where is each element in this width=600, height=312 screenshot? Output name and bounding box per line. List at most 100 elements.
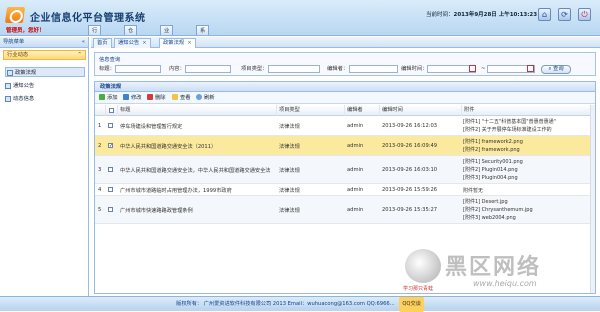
view-icon xyxy=(172,94,178,100)
chevron-up-icon: ⌃ xyxy=(77,52,82,58)
select-all-checkbox[interactable] xyxy=(109,108,114,113)
type-input[interactable] xyxy=(268,65,320,73)
sidebar-group-label: 行业动态 xyxy=(7,52,29,58)
row-time: 2013-09-26 16:03:10 xyxy=(382,167,438,173)
row-title[interactable]: 广州市城市快速路路政管理条例 xyxy=(120,207,272,214)
content-input[interactable] xyxy=(185,65,231,73)
calendar-icon[interactable] xyxy=(527,65,534,72)
tab-system[interactable]: 系统管理 xyxy=(196,25,210,64)
refresh-icon: ⟳ xyxy=(561,10,568,19)
settings-button[interactable]: ⟳ xyxy=(558,8,571,21)
sidebar-item-notice[interactable]: 通知公告 xyxy=(5,81,34,91)
logout-button[interactable]: ⏻ xyxy=(578,8,591,21)
attachment-link[interactable]: [附件1] Security001.png xyxy=(463,158,523,165)
sidebar-item-label: 动态信息 xyxy=(13,96,35,102)
tab-warehouse[interactable]: 仓库管理 xyxy=(124,25,138,64)
delete-button[interactable]: 删除 xyxy=(147,94,166,102)
attachment-link[interactable]: [附件3] web2004.png xyxy=(463,214,516,221)
attachment-link[interactable]: [附件1] framework2.png xyxy=(463,138,523,145)
row-editor: admin xyxy=(347,143,364,149)
row-type: 法律法规 xyxy=(279,124,300,130)
collapse-sidebar-button[interactable]: « xyxy=(82,37,85,48)
sidebar-header: 导航菜单 « xyxy=(0,37,88,48)
attachment-link[interactable]: [附件1] "十二五"科普基本国"普惠普惠通" xyxy=(463,118,556,125)
edit-button[interactable]: 修改 xyxy=(123,94,142,102)
row-number: 1 xyxy=(98,123,102,129)
view-button[interactable]: 查看 xyxy=(172,94,191,102)
row-type: 法律法规 xyxy=(279,188,300,194)
sidebar-item-policy[interactable]: 政策法规 xyxy=(5,67,85,77)
table-row[interactable]: 3 中华人民共和国道路交通安全法，中华人民共和国道路交通安全法 法律法规 adm… xyxy=(95,156,595,184)
row-time: 2013-09-26 15:35:27 xyxy=(382,207,438,213)
tab-home[interactable]: 首页 xyxy=(93,38,112,48)
edit-icon xyxy=(123,94,129,100)
query-button[interactable]: ⌕ 查询 xyxy=(541,65,571,74)
attachment-link[interactable]: [附件3] Plugin004.png xyxy=(463,174,518,181)
tab-industry-news[interactable]: 行业动态 xyxy=(88,25,102,64)
tab-notice[interactable]: 通知公告 × xyxy=(114,38,151,48)
time-filter: 编辑时间： ~ xyxy=(401,65,535,74)
qq-chat-button[interactable]: QQ交谈 xyxy=(399,297,424,312)
app-header: 企业信息化平台管理系统 管理员，您好！ 当前时间：2013年9月28日 上午10… xyxy=(0,0,600,64)
sidebar-item-label: 通知公告 xyxy=(13,83,35,89)
row-editor: admin xyxy=(347,123,364,129)
col-title[interactable]: 标题 xyxy=(117,105,276,116)
document-icon xyxy=(5,82,11,89)
home-icon: ⌂ xyxy=(541,10,548,19)
row-checkbox-checked[interactable]: ✓ xyxy=(108,143,113,149)
col-type[interactable]: 项目类型 xyxy=(276,105,344,116)
sidebar-group-industry[interactable]: 行业动态 ⌃ xyxy=(3,50,86,60)
row-type: 法律法规 xyxy=(279,208,300,214)
attachment-link[interactable]: [附件2] Plugin014.png xyxy=(463,166,518,173)
attachment-link[interactable]: [附件2] Chrysanthemum.jpg xyxy=(463,206,533,213)
attachment-link[interactable]: [附件2] 关于开展停车场标准建设工作的 xyxy=(463,126,552,133)
document-icon xyxy=(5,95,11,102)
table-row[interactable]: 1 停车场建设和管理暂行规定 法律法规 admin 2013-09-26 16:… xyxy=(95,116,595,136)
table-row[interactable]: 5 广州市城市快速路路政管理条例 法律法规 admin 2013-09-26 1… xyxy=(95,196,595,224)
app-logo-icon xyxy=(4,7,26,23)
title-filter: 标题： xyxy=(99,65,161,74)
sidebar-item-news[interactable]: 动态信息 xyxy=(5,94,34,104)
row-time: 2013-09-26 16:12:03 xyxy=(382,123,438,129)
footer-copyright: 版权所有： 广州爱资进软件科技有限公司 2013 Email：wuhuacong… xyxy=(176,301,395,307)
col-select[interactable] xyxy=(105,105,117,116)
row-title[interactable]: 中华人民共和国道路交通安全法，中华人民共和国道路交通安全法 xyxy=(120,167,272,174)
table-row[interactable]: 4 广州市城市道路临时占用管理办法，1999市政府 法律法规 admin 201… xyxy=(95,184,595,196)
current-time: 当前时间：2013年9月28日 上午10:13:23 xyxy=(426,10,537,18)
search-icon: ⌕ xyxy=(548,66,552,72)
welcome-text: 管理员，您好！ xyxy=(6,28,45,34)
close-icon[interactable]: × xyxy=(142,40,146,46)
row-title[interactable]: 广州市城市道路临时占用管理办法，1999市政府 xyxy=(120,187,272,194)
row-checkbox[interactable] xyxy=(108,187,113,192)
type-filter: 项目类型： xyxy=(241,65,320,74)
row-checkbox[interactable] xyxy=(108,167,113,172)
add-icon xyxy=(99,94,105,100)
row-title[interactable]: 停车场建设和管理暂行规定 xyxy=(120,123,272,130)
refresh-button[interactable]: 刷新 xyxy=(196,94,215,102)
col-attachments[interactable]: 附件 xyxy=(461,105,590,116)
power-icon: ⏻ xyxy=(581,10,588,19)
watermark: 黑区网络 www.heiqu.com 学习那只青蛙 xyxy=(403,243,593,298)
close-icon[interactable]: × xyxy=(187,40,191,46)
sidebar: 导航菜单 « 行业动态 ⌃ 政策法规 通知公告 动态信息 xyxy=(0,37,89,296)
title-input[interactable] xyxy=(115,65,161,73)
tab-policy[interactable]: 政策法规 × xyxy=(159,38,196,48)
col-editor[interactable]: 编辑者 xyxy=(344,105,379,116)
query-legend: 信息查询 xyxy=(99,57,121,63)
calendar-icon[interactable] xyxy=(469,65,476,72)
tab-label: 通知公告 xyxy=(118,40,140,46)
row-title[interactable]: 中华人民共和国道路交通安全法（2011） xyxy=(120,143,272,150)
row-editor: admin xyxy=(347,207,364,213)
col-time[interactable]: 编辑时间 xyxy=(379,105,461,116)
add-button[interactable]: 添加 xyxy=(99,94,118,102)
row-checkbox[interactable] xyxy=(108,207,113,212)
row-checkbox[interactable] xyxy=(108,123,113,128)
home-button[interactable]: ⌂ xyxy=(538,8,551,21)
row-time: 2013-09-26 16:09:49 xyxy=(382,143,438,149)
tab-reports[interactable]: 业务报表 xyxy=(160,25,174,64)
editor-input[interactable] xyxy=(349,65,398,73)
attachment-link[interactable]: [附件1] Desert.jpg xyxy=(463,198,508,205)
attachment-link[interactable]: [附件2] framework.png xyxy=(463,146,520,153)
table-row-selected[interactable]: 2 ✓ 中华人民共和国道路交通安全法（2011） 法律法规 admin 2013… xyxy=(95,136,595,156)
toolbar: 添加 修改 删除 查看 刷新 xyxy=(95,92,595,104)
